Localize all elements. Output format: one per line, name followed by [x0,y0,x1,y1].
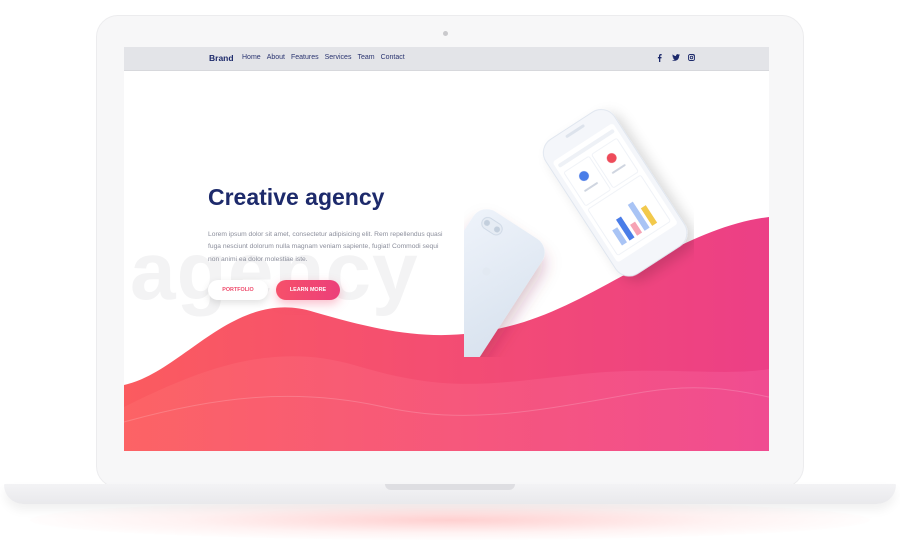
nav-link-home[interactable]: Home [242,54,261,61]
hero-title: Creative agency [208,184,385,210]
phone-mockups-illustration [464,108,688,357]
portfolio-button[interactable]: PORTFOLIO [208,280,268,300]
top-navbar: Brand Home About Features Services Team … [124,47,769,71]
nav-link-about[interactable]: About [267,54,285,61]
twitter-icon[interactable] [672,54,680,62]
nav-menu: Home About Features Services Team Contac… [242,54,405,61]
social-links [656,54,695,62]
nav-link-services[interactable]: Services [325,54,352,61]
nav-link-contact[interactable]: Contact [381,54,405,61]
brand-logo[interactable]: Brand [209,53,234,63]
laptop-shadow-glow [30,500,870,540]
learn-more-button[interactable]: LEARN MORE [276,280,340,300]
website-screen: agency Brand Home About Features Service… [124,47,769,451]
facebook-icon[interactable] [656,54,663,62]
nav-link-team[interactable]: Team [357,54,374,61]
phone-back-view [464,209,545,357]
hero-description: Lorem ipsum dolor sit amet, consectetur … [208,231,443,263]
webcam-dot [443,31,448,36]
phone-front-view [542,108,688,277]
nav-link-features[interactable]: Features [291,54,319,61]
laptop-notch [385,484,515,490]
instagram-icon[interactable] [688,54,695,62]
